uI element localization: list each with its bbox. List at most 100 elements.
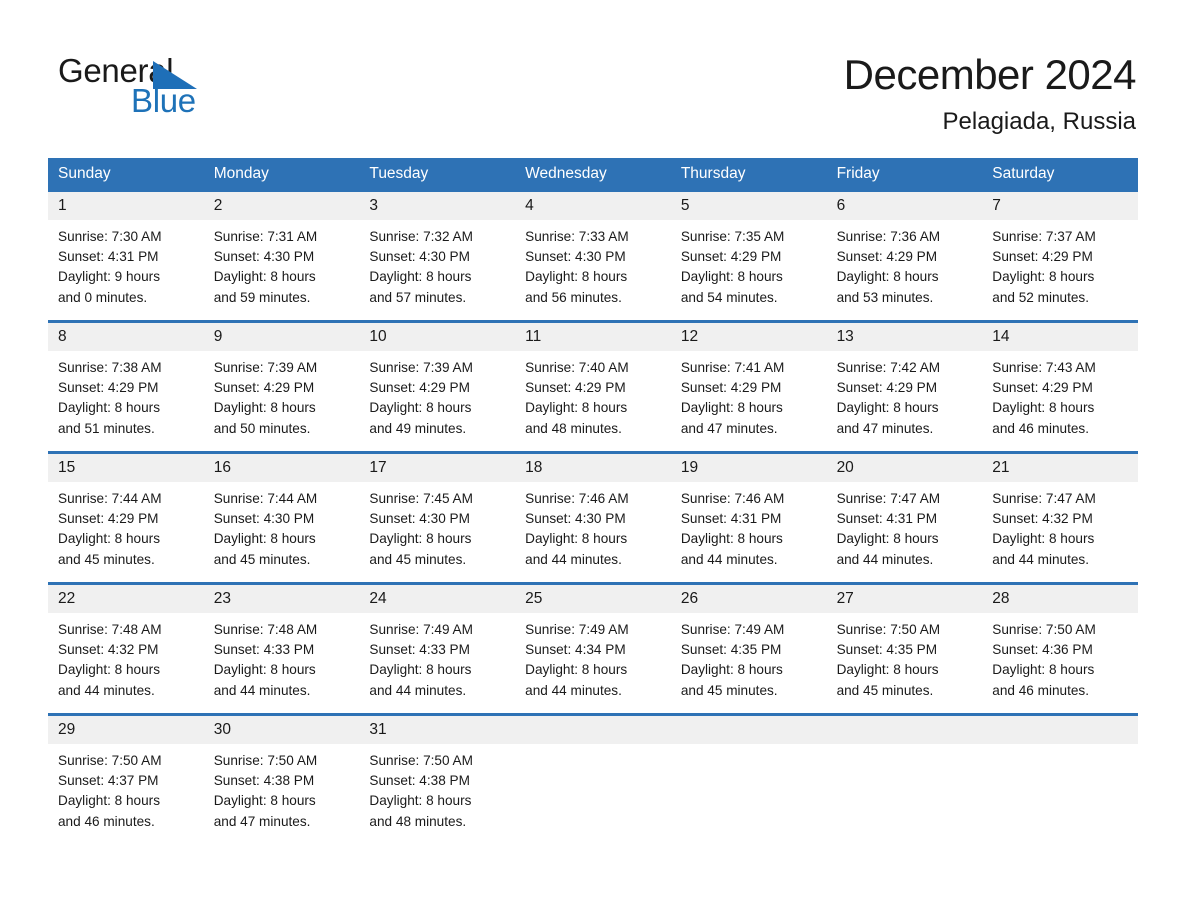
sunset-text: Sunset: 4:31 PM <box>836 511 938 527</box>
daylight-text-line1: Daylight: 8 hours <box>58 662 161 678</box>
day-cell-empty <box>982 744 1138 848</box>
page-title: December 2024 <box>843 51 1137 98</box>
sunrise-text: Sunrise: 7:37 AM <box>992 229 1096 244</box>
sunrise-text: Sunrise: 7:43 AM <box>992 360 1096 375</box>
day-cell[interactable]: Sunrise: 7:50 AM Sunset: 4:36 PM Dayligh… <box>982 613 1138 713</box>
week-daynumber-row: 29 30 31 <box>48 716 1138 744</box>
daylight-text-line2: and 44 minutes. <box>836 551 934 567</box>
sunrise-text: Sunrise: 7:38 AM <box>58 360 162 375</box>
day-cell[interactable]: Sunrise: 7:50 AM Sunset: 4:38 PM Dayligh… <box>359 744 516 848</box>
day-number: 16 <box>213 459 231 476</box>
sunrise-text: Sunrise: 7:44 AM <box>213 491 318 506</box>
week-detail-row: Sunrise: 7:48 AM Sunset: 4:32 PM Dayligh… <box>48 613 1138 713</box>
weekday-header-saturday: Saturday <box>992 165 1055 182</box>
daylight-text-line2: and 49 minutes. <box>369 420 467 436</box>
calendar-week-row: 15 16 17 18 19 20 21 Sunrise: 7:44 AM Su… <box>48 451 1138 582</box>
day-cell[interactable]: Sunrise: 7:50 AM Sunset: 4:37 PM Dayligh… <box>48 744 204 848</box>
day-cell[interactable]: Sunrise: 7:47 AM Sunset: 4:32 PM Dayligh… <box>982 482 1138 582</box>
sunrise-text: Sunrise: 7:33 AM <box>525 229 629 244</box>
daylight-text-line1: Daylight: 8 hours <box>369 400 472 416</box>
weekday-header-thursday: Thursday <box>680 165 746 182</box>
day-cell[interactable]: Sunrise: 7:38 AM Sunset: 4:29 PM Dayligh… <box>48 351 204 451</box>
day-cell[interactable]: Sunrise: 7:50 AM Sunset: 4:38 PM Dayligh… <box>203 744 360 848</box>
sunrise-text: Sunrise: 7:35 AM <box>680 229 785 244</box>
day-number: 23 <box>213 590 231 607</box>
day-cell[interactable]: Sunrise: 7:36 AM Sunset: 4:29 PM Dayligh… <box>826 220 983 320</box>
sunset-text: Sunset: 4:29 PM <box>58 511 159 527</box>
day-cell[interactable]: Sunrise: 7:48 AM Sunset: 4:33 PM Dayligh… <box>203 613 360 713</box>
day-cell[interactable]: Sunrise: 7:33 AM Sunset: 4:30 PM Dayligh… <box>515 220 671 320</box>
day-cell[interactable]: Sunrise: 7:47 AM Sunset: 4:31 PM Dayligh… <box>826 482 983 582</box>
day-cell[interactable]: Sunrise: 7:48 AM Sunset: 4:32 PM Dayligh… <box>48 613 204 713</box>
day-number: 8 <box>58 328 67 345</box>
week-daynumber-row: 1 2 3 4 5 6 7 <box>48 192 1138 220</box>
day-cell[interactable]: Sunrise: 7:43 AM Sunset: 4:29 PM Dayligh… <box>982 351 1138 451</box>
day-number-empty <box>671 716 827 744</box>
calendar-week-row: 29 30 31 Sunrise: 7:50 AM Sunset: 4:37 P… <box>48 713 1138 848</box>
daylight-text-line1: Daylight: 8 hours <box>992 531 1095 547</box>
sunrise-text: Sunrise: 7:49 AM <box>369 622 473 637</box>
daylight-text-line1: Daylight: 9 hours <box>58 269 161 285</box>
daylight-text-line2: and 54 minutes. <box>680 289 778 305</box>
sunset-text: Sunset: 4:32 PM <box>58 642 159 658</box>
day-cell[interactable]: Sunrise: 7:46 AM Sunset: 4:31 PM Dayligh… <box>670 482 827 582</box>
daylight-text-line1: Daylight: 8 hours <box>992 662 1095 678</box>
daylight-text-line1: Daylight: 8 hours <box>992 400 1095 416</box>
daylight-text-line2: and 47 minutes. <box>213 813 311 829</box>
sunset-text: Sunset: 4:31 PM <box>680 511 782 527</box>
daylight-text-line1: Daylight: 8 hours <box>680 269 783 285</box>
sunset-text: Sunset: 4:36 PM <box>992 642 1093 658</box>
sunrise-text: Sunrise: 7:44 AM <box>58 491 162 506</box>
day-cell[interactable]: Sunrise: 7:42 AM Sunset: 4:29 PM Dayligh… <box>826 351 983 451</box>
day-cell[interactable]: Sunrise: 7:44 AM Sunset: 4:29 PM Dayligh… <box>48 482 204 582</box>
day-cell[interactable]: Sunrise: 7:49 AM Sunset: 4:33 PM Dayligh… <box>359 613 516 713</box>
daylight-text-line1: Daylight: 8 hours <box>58 400 161 416</box>
day-cell[interactable]: Sunrise: 7:41 AM Sunset: 4:29 PM Dayligh… <box>670 351 827 451</box>
daylight-text-line1: Daylight: 8 hours <box>680 531 783 547</box>
day-number: 31 <box>369 721 387 738</box>
day-cell[interactable]: Sunrise: 7:49 AM Sunset: 4:34 PM Dayligh… <box>515 613 671 713</box>
daylight-text-line1: Daylight: 8 hours <box>525 662 628 678</box>
sunrise-text: Sunrise: 7:49 AM <box>525 622 629 637</box>
day-cell[interactable]: Sunrise: 7:49 AM Sunset: 4:35 PM Dayligh… <box>670 613 827 713</box>
day-cell[interactable]: Sunrise: 7:44 AM Sunset: 4:30 PM Dayligh… <box>203 482 360 582</box>
daylight-text-line2: and 44 minutes. <box>992 551 1090 567</box>
day-cell[interactable]: Sunrise: 7:37 AM Sunset: 4:29 PM Dayligh… <box>982 220 1138 320</box>
day-cell-empty <box>826 744 983 848</box>
day-cell[interactable]: Sunrise: 7:35 AM Sunset: 4:29 PM Dayligh… <box>670 220 827 320</box>
week-detail-row: Sunrise: 7:44 AM Sunset: 4:29 PM Dayligh… <box>48 482 1138 582</box>
day-number: 3 <box>369 197 379 214</box>
sunset-text: Sunset: 4:29 PM <box>525 380 626 396</box>
day-number: 22 <box>58 590 76 607</box>
day-number: 6 <box>836 197 846 214</box>
day-cell[interactable]: Sunrise: 7:31 AM Sunset: 4:30 PM Dayligh… <box>203 220 360 320</box>
sunset-text: Sunset: 4:34 PM <box>525 642 626 658</box>
day-number: 13 <box>836 328 854 345</box>
daylight-text-line1: Daylight: 8 hours <box>836 662 939 678</box>
day-cell[interactable]: Sunrise: 7:45 AM Sunset: 4:30 PM Dayligh… <box>359 482 516 582</box>
daylight-text-line2: and 46 minutes. <box>992 682 1090 698</box>
sunrise-text: Sunrise: 7:40 AM <box>525 360 629 375</box>
day-cell[interactable]: Sunrise: 7:50 AM Sunset: 4:35 PM Dayligh… <box>826 613 983 713</box>
day-number: 29 <box>58 721 76 738</box>
day-cell[interactable]: Sunrise: 7:46 AM Sunset: 4:30 PM Dayligh… <box>515 482 671 582</box>
sunrise-text: Sunrise: 7:48 AM <box>58 622 162 637</box>
brand-logo[interactable]: General Blue <box>58 52 358 122</box>
day-cell[interactable]: Sunrise: 7:30 AM Sunset: 4:31 PM Dayligh… <box>48 220 204 320</box>
daylight-text-line2: and 52 minutes. <box>992 289 1090 305</box>
day-number: 7 <box>992 197 1001 214</box>
day-cell[interactable]: Sunrise: 7:39 AM Sunset: 4:29 PM Dayligh… <box>203 351 360 451</box>
daylight-text-line2: and 45 minutes. <box>58 551 155 567</box>
sunrise-text: Sunrise: 7:41 AM <box>680 360 785 375</box>
daylight-text-line1: Daylight: 8 hours <box>213 793 316 809</box>
daylight-text-line2: and 51 minutes. <box>58 420 155 436</box>
day-cell[interactable]: Sunrise: 7:39 AM Sunset: 4:29 PM Dayligh… <box>359 351 516 451</box>
day-number: 14 <box>992 328 1010 345</box>
day-cell[interactable]: Sunrise: 7:40 AM Sunset: 4:29 PM Dayligh… <box>515 351 671 451</box>
day-cell[interactable]: Sunrise: 7:32 AM Sunset: 4:30 PM Dayligh… <box>359 220 516 320</box>
calendar-page: General Blue December 2024 Pelagiada, Ru… <box>0 0 1188 918</box>
sunrise-text: Sunrise: 7:31 AM <box>213 229 318 244</box>
daylight-text-line2: and 50 minutes. <box>213 420 311 436</box>
sunset-text: Sunset: 4:29 PM <box>213 380 315 396</box>
daylight-text-line1: Daylight: 8 hours <box>213 269 316 285</box>
